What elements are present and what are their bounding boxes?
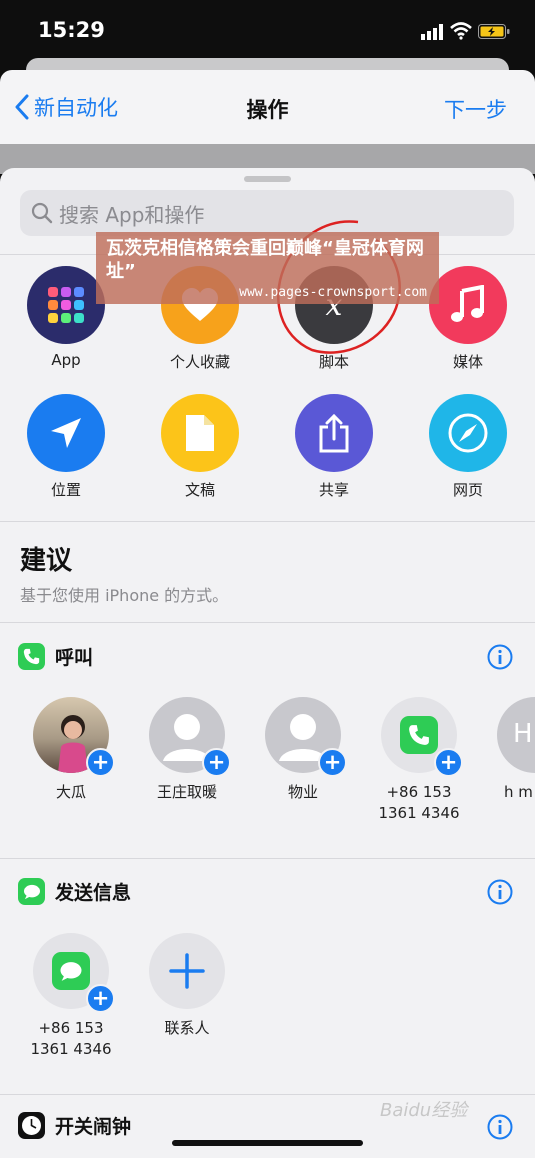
messages-app-icon [52,952,90,990]
overlay-banner: 瓦茨克相信格策会重回巅峰“皇冠体育网址” www.pages-crownspor… [96,232,439,304]
category-label: 位置 [50,481,81,499]
contact-name: +86 153 1361 4346 [378,783,460,822]
category-label: 共享 [318,481,349,499]
category-label: 媒体 [452,353,483,371]
add-plus-icon[interactable]: + [434,748,463,777]
add-plus-icon[interactable]: + [86,984,115,1013]
message-info-icon[interactable] [487,879,513,905]
contact-hm[interactable]: H h m [476,697,535,803]
contact-name: +86 153 1361 4346 [30,1019,112,1058]
avatar: + [149,697,231,777]
overlay-url: www.pages-crownsport.com [239,285,427,300]
category-label: 个人收藏 [169,353,230,371]
contact-dagua[interactable]: + 大瓜 [12,697,130,803]
message-group-title: 发送信息 [55,882,132,904]
message-group-header: 发送信息 [18,878,131,905]
contact-name: 联系人 [164,1019,210,1037]
category-label: 网页 [452,481,483,499]
music-note-icon [429,266,507,344]
suggestions-subtitle: 基于您使用 iPhone 的方式。 [20,586,229,605]
search-placeholder: 搜索 App和操作 [59,202,205,227]
add-contact-button[interactable]: 联系人 [128,933,246,1039]
status-time: 15:29 [38,18,105,42]
watermark: Baidu经验 [380,1100,468,1121]
contact-wuye[interactable]: + 物业 [244,697,362,803]
app-grid-icon [27,266,105,344]
suggestions-title: 建议 [20,546,73,576]
alarm-info-icon[interactable] [487,1114,513,1140]
alarm-group-title: 开关闹钟 [55,1116,132,1138]
avatar: + [381,697,463,777]
search-icon [31,202,53,224]
messages-app-icon [18,878,45,905]
contact-name: 大瓜 [55,783,86,801]
share-icon [295,394,373,472]
nav-bar: 新自动化 操作 下一步 [0,70,535,144]
phone-app-icon [18,643,45,670]
call-group-title: 呼叫 [55,647,94,669]
add-plus-icon[interactable]: + [318,748,347,777]
message-contact-phone-number[interactable]: + +86 153 1361 4346 [12,933,130,1060]
divider [0,521,535,522]
status-bar: 15:29 [0,0,535,62]
contact-name: 王庄取暖 [156,783,217,801]
avatar [149,933,225,1009]
home-indicator[interactable] [172,1140,363,1146]
category-label: 文稿 [184,481,215,499]
battery-icon [478,24,510,39]
call-group-header: 呼叫 [18,643,93,670]
location-arrow-icon [27,394,105,472]
add-plus-icon[interactable]: + [86,748,115,777]
contact-wangzhuang[interactable]: + 王庄取暖 [128,697,246,803]
overlay-text: 瓦茨克相信格策会重回巅峰“皇冠体育网址” [106,238,424,282]
divider [0,858,535,859]
divider [0,1094,535,1095]
signal-icon [421,24,443,40]
alarm-group-header: 开关闹钟 [18,1112,131,1139]
category-label: App [51,351,81,369]
category-sharing[interactable]: 共享 [279,394,389,500]
avatar: H [497,697,535,773]
contact-phone-number[interactable]: + +86 153 1361 4346 [360,697,478,824]
call-info-icon[interactable] [487,644,513,670]
next-button[interactable]: 下一步 [444,94,507,124]
phone-app-icon [400,716,438,754]
document-icon [161,394,239,472]
wifi-icon [450,22,472,40]
clock-app-icon [18,1112,45,1139]
plus-icon [169,953,205,989]
contact-name: 物业 [287,783,318,801]
avatar: + [33,697,115,777]
sheet-grabber[interactable] [244,176,291,182]
contact-name: h m [504,783,533,801]
category-documents[interactable]: 文稿 [145,394,255,500]
actions-sheet: 搜索 App和操作 App 个人收藏 𝑥 脚本 媒体 位置 文稿 共享 网页 建… [0,168,535,1158]
divider [0,622,535,623]
compass-icon [429,394,507,472]
category-location[interactable]: 位置 [11,394,121,500]
avatar: + [265,697,347,777]
add-plus-icon[interactable]: + [202,748,231,777]
category-web[interactable]: 网页 [413,394,523,500]
avatar: + [33,933,115,1013]
